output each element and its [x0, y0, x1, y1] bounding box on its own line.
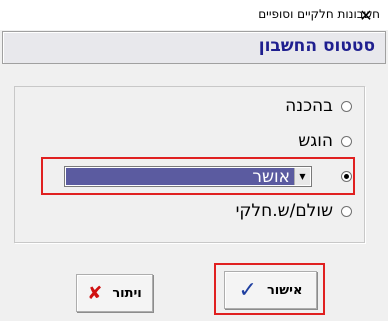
radio-button[interactable]: [341, 135, 352, 147]
title-bar: חשבונות חלקיים וסופיים ✕: [0, 0, 388, 30]
x-mark-icon: ✘: [87, 282, 103, 304]
radio-option-submitted[interactable]: הוגש: [298, 128, 352, 154]
radio-label: הוגש: [298, 131, 333, 151]
page-title: סטטוס החשבון: [258, 36, 375, 56]
cancel-button-label: ויתור: [112, 285, 142, 301]
status-select-value: אושר: [66, 168, 294, 187]
radio-button[interactable]: [341, 205, 352, 217]
ok-button[interactable]: אישור ✓: [224, 271, 317, 309]
radio-label: שולם/ש.חלקי: [235, 201, 333, 221]
status-header: סטטוס החשבון: [2, 31, 386, 64]
radio-label: בהכנה: [285, 96, 333, 116]
radio-option-draft[interactable]: בהכנה: [285, 93, 352, 119]
radio-option-paid[interactable]: שולם/ש.חלקי: [236, 198, 352, 224]
radio-button[interactable]: [341, 100, 352, 112]
close-icon[interactable]: ✕: [354, 4, 378, 26]
chevron-down-icon[interactable]: ▼: [294, 168, 310, 185]
status-select[interactable]: אושר ▼: [64, 166, 312, 187]
cancel-button[interactable]: ויתור ✘: [76, 274, 153, 312]
ok-button-label: אישור: [266, 282, 303, 298]
checkmark-icon: ✓: [238, 277, 257, 303]
